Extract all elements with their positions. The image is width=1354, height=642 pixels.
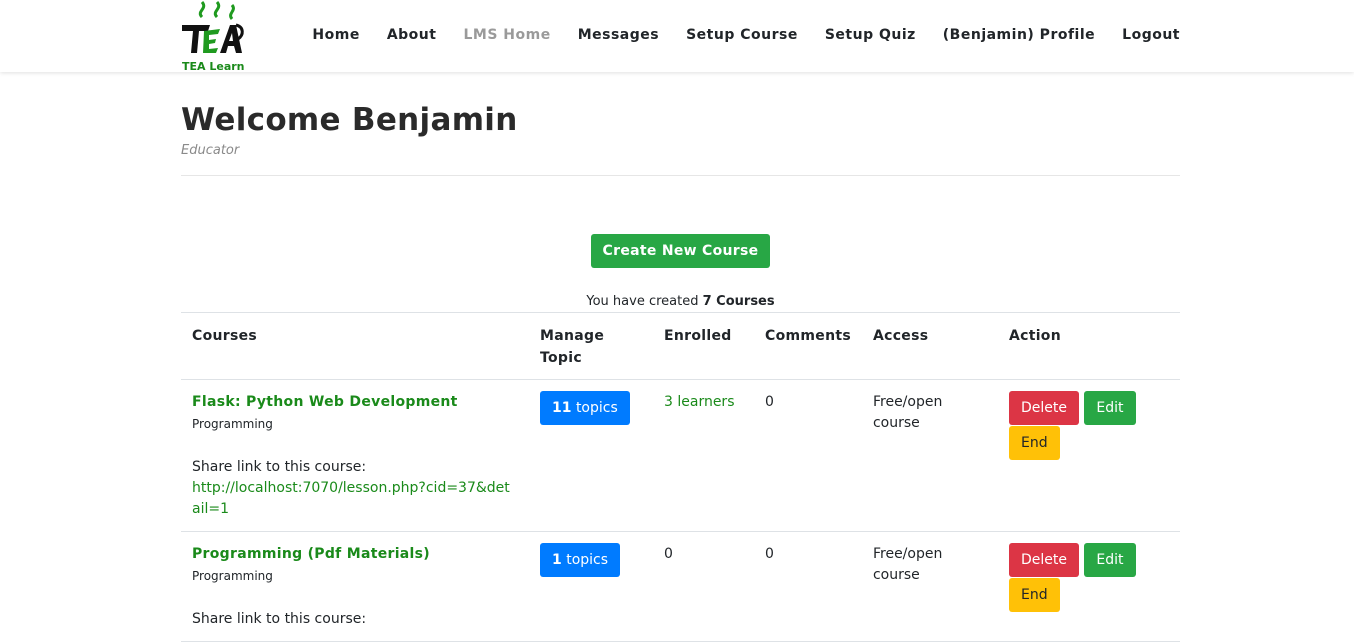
end-button[interactable]: End — [1008, 426, 1060, 460]
comments-cell: 0 — [754, 531, 862, 642]
manage-topics-button[interactable]: 11 topics — [540, 391, 630, 425]
header-courses: Courses — [181, 312, 529, 380]
edit-button[interactable]: Edit — [1084, 391, 1136, 425]
nav-lms-home[interactable]: LMS Home — [463, 27, 550, 43]
table-row: Flask: Python Web Development Programmin… — [181, 379, 1180, 532]
top-navbar: TEA Learn Home About LMS Home Messages S… — [0, 0, 1354, 73]
brand-logo[interactable]: TEA Learn — [180, 1, 246, 73]
nav-profile[interactable]: (Benjamin) Profile — [943, 27, 1095, 43]
header-action: Action — [997, 312, 1180, 380]
courses-table: Courses Manage Topic Enrolled Comments A… — [181, 312, 1180, 642]
nav-messages[interactable]: Messages — [578, 27, 659, 43]
action-cell: Delete Edit End — [997, 379, 1180, 532]
course-category: Programming — [192, 417, 273, 431]
course-cell: Programming (Pdf Materials) Programming … — [181, 531, 529, 642]
page-title: Welcome Benjamin — [181, 102, 518, 138]
manage-topics-button[interactable]: 1 topics — [540, 543, 621, 577]
header-enrolled: Enrolled — [653, 312, 754, 380]
enrolled-cell: 3 learners — [653, 379, 754, 532]
tea-logo-icon — [182, 1, 244, 53]
header-comments: Comments — [754, 312, 862, 380]
enrolled-cell: 0 — [653, 531, 754, 642]
enrolled-learners-link[interactable]: 3 learners — [664, 394, 735, 410]
table-header-row: Courses Manage Topic Enrolled Comments A… — [181, 312, 1180, 380]
nav-logout[interactable]: Logout — [1122, 27, 1180, 43]
share-label: Share link to this course: — [192, 611, 367, 627]
summary-count: 7 Courses — [702, 294, 775, 309]
table-row: Programming (Pdf Materials) Programming … — [181, 531, 1180, 642]
end-button[interactable]: End — [1008, 578, 1060, 612]
nav-setup-quiz[interactable]: Setup Quiz — [825, 27, 916, 43]
course-title-link[interactable]: Programming (Pdf Materials) — [192, 546, 430, 562]
create-new-course-button[interactable]: Create New Course — [591, 234, 770, 268]
brand-name: TEA Learn — [182, 60, 245, 73]
topics-count: 11 — [552, 400, 572, 416]
share-link[interactable]: http://localhost:7070/lesson.php?cid=37&… — [192, 480, 510, 517]
course-count-summary: You have created 7 Courses — [181, 294, 1180, 309]
topics-cell: 11 topics — [529, 379, 653, 532]
topics-count: 1 — [552, 552, 562, 568]
nav-about[interactable]: About — [387, 27, 437, 43]
nav-home[interactable]: Home — [312, 27, 359, 43]
summary-prefix: You have created — [586, 294, 699, 309]
comments-cell: 0 — [754, 379, 862, 532]
topics-cell: 1 topics — [529, 531, 653, 642]
course-cell: Flask: Python Web Development Programmin… — [181, 379, 529, 532]
delete-button[interactable]: Delete — [1008, 543, 1079, 577]
main-nav: Home About LMS Home Messages Setup Cours… — [285, 27, 1180, 43]
edit-button[interactable]: Edit — [1084, 543, 1136, 577]
course-category: Programming — [192, 569, 273, 583]
topics-word: topics — [566, 552, 609, 568]
header-manage-topic: Manage Topic — [529, 312, 653, 380]
delete-button[interactable]: Delete — [1008, 391, 1079, 425]
action-cell: Delete Edit End — [997, 531, 1180, 642]
course-title-link[interactable]: Flask: Python Web Development — [192, 394, 458, 410]
topics-word: topics — [575, 400, 618, 416]
nav-setup-course[interactable]: Setup Course — [686, 27, 798, 43]
user-role: Educator — [181, 143, 240, 158]
share-label: Share link to this course: — [192, 459, 367, 475]
access-cell: Free/open course — [861, 531, 998, 642]
access-cell: Free/open course — [861, 379, 998, 532]
header-access: Access — [861, 312, 998, 380]
header-divider — [181, 175, 1180, 176]
